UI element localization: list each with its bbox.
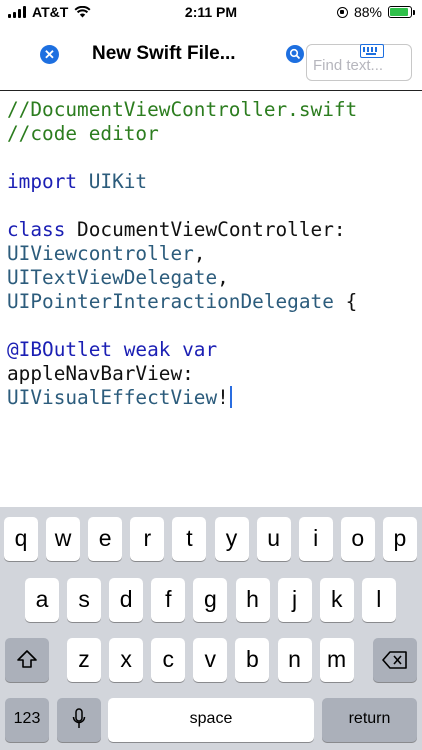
code-token: , — [193, 242, 206, 265]
key-l[interactable]: l — [361, 578, 396, 622]
code-token: appleNavBarView: — [7, 362, 194, 385]
status-bar: AT&T 2:11 PM 88% — [0, 0, 422, 26]
code-token: @IBOutlet weak var — [7, 338, 218, 361]
microphone-icon — [72, 708, 86, 728]
key-m[interactable]: m — [319, 638, 354, 682]
key-d[interactable]: d — [109, 578, 144, 622]
code-token: UITextViewDelegate — [7, 266, 218, 289]
key-k[interactable]: k — [319, 578, 354, 622]
key-i[interactable]: i — [298, 517, 333, 561]
code-token: { — [333, 290, 358, 313]
code-line: //code editor — [7, 122, 357, 146]
key-x[interactable]: x — [109, 638, 144, 682]
key-y[interactable]: y — [214, 517, 249, 561]
nav-bar: ✕ New Swift File... — [0, 28, 422, 91]
code-token: , — [217, 266, 229, 289]
keyboard: 123 space return qwertyuiop asdfghjkl zxcv… — [0, 507, 422, 750]
text-cursor — [229, 386, 232, 408]
code-line: //DocumentViewController.swift — [7, 98, 357, 122]
key-h[interactable]: h — [235, 578, 270, 622]
key-e[interactable]: e — [88, 517, 123, 561]
search-button[interactable] — [286, 45, 304, 63]
status-right: 88% — [336, 4, 415, 20]
delete-key[interactable] — [373, 638, 417, 682]
key-r[interactable]: r — [130, 517, 165, 561]
battery-percent: 88% — [353, 4, 382, 20]
code-line: UIVisualEffectView! — [7, 386, 357, 410]
close-button[interactable]: ✕ — [40, 45, 59, 64]
find-text-input[interactable] — [313, 57, 405, 74]
search-icon — [289, 48, 301, 60]
key-j[interactable]: j — [277, 578, 312, 622]
code-token: UIKit — [77, 170, 148, 193]
key-u[interactable]: u — [256, 517, 291, 561]
battery-icon — [388, 6, 415, 18]
numbers-key[interactable]: 123 — [5, 698, 49, 742]
key-z[interactable]: z — [67, 638, 101, 682]
delete-icon — [382, 651, 407, 669]
code-token: //DocumentViewController.swift — [7, 98, 358, 121]
close-icon: ✕ — [44, 47, 55, 62]
code-token: import — [7, 170, 78, 193]
key-p[interactable]: p — [382, 517, 417, 561]
key-v[interactable]: v — [193, 638, 228, 682]
code-line: UIPointerInteractionDelegate { — [7, 290, 357, 314]
key-s[interactable]: s — [67, 578, 102, 622]
key-b[interactable]: b — [235, 638, 270, 682]
keyboard-dismiss-icon[interactable] — [360, 44, 384, 58]
code-token: DocumentViewController: — [65, 218, 346, 241]
key-w[interactable]: w — [46, 517, 81, 561]
space-key[interactable]: space — [108, 698, 314, 742]
key-t[interactable]: t — [172, 517, 207, 561]
key-g[interactable]: g — [193, 578, 228, 622]
orientation-lock-icon — [336, 6, 348, 18]
code-line: appleNavBarView: — [7, 362, 357, 386]
dictation-key[interactable] — [57, 698, 101, 742]
return-key[interactable]: return — [322, 698, 417, 742]
code-token: class — [7, 218, 66, 241]
code-token: ! — [217, 386, 229, 409]
key-n[interactable]: n — [277, 638, 312, 682]
key-c[interactable]: c — [151, 638, 186, 682]
code-token: UIViewcontroller — [7, 242, 194, 265]
key-o[interactable]: o — [340, 517, 375, 561]
code-editor[interactable]: //DocumentViewController.swift//code edi… — [7, 98, 357, 410]
battery-fill — [390, 8, 408, 16]
code-token: UIVisualEffectView — [7, 386, 218, 409]
page-title: New Swift File... — [92, 43, 236, 64]
code-line: @IBOutlet weak var — [7, 338, 357, 362]
code-token: //code editor — [7, 122, 159, 145]
shift-key[interactable] — [5, 638, 49, 682]
shift-icon — [17, 650, 37, 668]
key-f[interactable]: f — [151, 578, 186, 622]
code-line: UIViewcontroller, — [7, 242, 357, 266]
key-a[interactable]: a — [25, 578, 59, 622]
code-line: UITextViewDelegate, — [7, 266, 357, 290]
find-text-field[interactable] — [306, 44, 412, 81]
code-line: import UIKit — [7, 170, 357, 194]
key-q[interactable]: q — [4, 517, 38, 561]
code-token: UIPointerInteractionDelegate — [7, 290, 334, 313]
code-line: class DocumentViewController: — [7, 218, 357, 242]
